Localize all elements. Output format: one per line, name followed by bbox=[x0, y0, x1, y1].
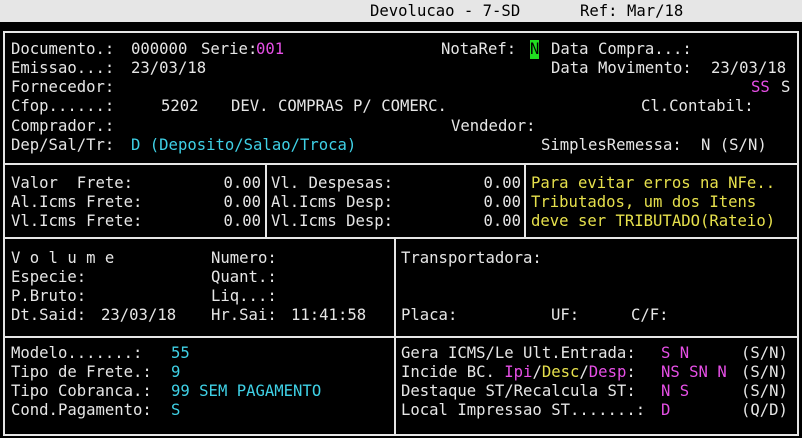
dt-said-label: Dt.Said: bbox=[11, 306, 87, 324]
vendedor-label: Vendedor: bbox=[451, 117, 536, 135]
incide-bc-prefix: Incide BC. bbox=[401, 363, 505, 381]
separator-header bbox=[3, 163, 799, 165]
tipo-cobranca-field[interactable]: 99 SEM PAGAMENTO bbox=[171, 382, 321, 401]
cf-label: C/F: bbox=[631, 306, 669, 324]
notaref-label: NotaRef: bbox=[441, 40, 517, 58]
incide-bc-label: Incide BC. Ipi/Desc/Desp: bbox=[401, 363, 636, 382]
al-icms-desp-field[interactable]: 0.00 bbox=[441, 193, 521, 212]
incide-desp-label: Desp bbox=[588, 363, 627, 381]
ss-flag-1[interactable]: SS bbox=[751, 78, 770, 97]
fornecedor-label: Fornecedor: bbox=[11, 78, 115, 96]
dep-sal-tr-field[interactable]: D (Deposito/Salao/Troca) bbox=[131, 136, 356, 155]
title-bar: Devolucao - 7-SD Ref: Mar/18 bbox=[0, 0, 802, 22]
cfop-description: DEV. COMPRAS P/ COMERC. bbox=[231, 97, 447, 115]
tipo-frete-field[interactable]: 9 bbox=[171, 363, 180, 382]
incide-colon: : bbox=[626, 363, 636, 381]
tipo-frete-label: Tipo de Frete.: bbox=[11, 363, 152, 381]
al-icms-frete-field[interactable]: 0.00 bbox=[181, 193, 261, 212]
modelo-field[interactable]: 55 bbox=[171, 344, 190, 363]
valor-frete-label: Valor Frete: bbox=[11, 174, 134, 192]
simples-remessa-label: SimplesRemessa: bbox=[541, 136, 682, 154]
data-movimento-label: Data Movimento: bbox=[551, 59, 692, 77]
p-bruto-label: P.Bruto: bbox=[11, 287, 87, 305]
dep-sal-tr-label: Dep/Sal/Tr: bbox=[11, 136, 115, 154]
incide-bc-options: (S/N) bbox=[741, 363, 788, 381]
reference-period: Ref: Mar/18 bbox=[580, 2, 684, 20]
local-impressao-field[interactable]: D bbox=[661, 401, 670, 420]
warning-line-2: Tributados, um dos Itens bbox=[531, 193, 757, 211]
destaque-st-field[interactable]: N S bbox=[661, 382, 689, 401]
transportadora-label: Transportadora: bbox=[401, 249, 542, 267]
vl-despesas-label: Vl. Despesas: bbox=[271, 174, 394, 192]
notaref-field[interactable]: N bbox=[530, 40, 540, 59]
placa-label: Placa: bbox=[401, 306, 458, 324]
cl-contabil-label: Cl.Contabil: bbox=[641, 97, 754, 115]
serie-label: Serie: bbox=[201, 40, 258, 58]
emissao-label: Emissao...: bbox=[11, 59, 115, 77]
incide-slash-1: / bbox=[532, 363, 542, 381]
emissao-field[interactable]: 23/03/18 bbox=[131, 59, 206, 78]
ss-flag-2[interactable]: S bbox=[781, 78, 790, 97]
uf-label: UF: bbox=[551, 306, 580, 324]
modelo-label: Modelo.......: bbox=[11, 344, 143, 362]
valor-frete-field[interactable]: 0.00 bbox=[181, 174, 261, 193]
incide-ipi-label: Ipi bbox=[504, 363, 533, 381]
volume-heading: V o l u m e bbox=[11, 249, 115, 267]
vl-icms-frete-label: Vl.Icms Frete: bbox=[11, 212, 143, 230]
vl-despesas-field[interactable]: 0.00 bbox=[441, 174, 521, 193]
separator-values bbox=[3, 237, 799, 239]
especie-label: Especie: bbox=[11, 268, 87, 286]
data-compra-label: Data Compra...: bbox=[551, 40, 692, 58]
incide-slash-2: / bbox=[579, 363, 589, 381]
program-title: Devolucao - 7-SD bbox=[370, 2, 521, 20]
warning-line-3: deve ser TRIBUTADO(Rateio) bbox=[531, 212, 776, 230]
destaque-st-label: Destaque ST/Recalcula ST: bbox=[401, 382, 636, 400]
documento-label: Documento.: bbox=[11, 40, 115, 58]
cond-pagamento-field[interactable]: S bbox=[171, 401, 180, 420]
local-impressao-label: Local Impressao ST.......: bbox=[401, 401, 646, 419]
cfop-field[interactable]: 5202 bbox=[161, 97, 199, 116]
tipo-cobranca-label: Tipo Cobranca.: bbox=[11, 382, 152, 400]
gera-icms-label: Gera ICMS/Le Ult.Entrada: bbox=[401, 344, 636, 362]
quant-label: Quant.: bbox=[211, 268, 277, 286]
liq-label: Liq...: bbox=[211, 287, 277, 305]
al-icms-frete-label: Al.Icms Frete: bbox=[11, 193, 143, 211]
comprador-label: Comprador.: bbox=[11, 117, 115, 135]
separator-desp-aviso bbox=[524, 163, 526, 239]
al-icms-desp-label: Al.Icms Desp: bbox=[271, 193, 394, 211]
incide-bc-field[interactable]: NS SN N bbox=[661, 363, 727, 382]
separator-volume-transp bbox=[394, 237, 396, 436]
cond-pagamento-label: Cond.Pagamento: bbox=[11, 401, 152, 419]
simples-remessa-field[interactable]: N (S/N) bbox=[701, 136, 767, 155]
separator-volume bbox=[3, 336, 799, 338]
separator-frete-desp bbox=[265, 163, 267, 239]
incide-desc-label: Desc bbox=[541, 363, 580, 381]
warning-line-1: Para evitar erros na NFe.. bbox=[531, 174, 776, 192]
numero-label: Numero: bbox=[211, 249, 277, 267]
serie-field[interactable]: 001 bbox=[256, 40, 284, 59]
dt-said-field[interactable]: 23/03/18 bbox=[101, 306, 176, 325]
cfop-label: Cfop......: bbox=[11, 97, 115, 115]
gera-icms-options: (S/N) bbox=[741, 344, 788, 362]
vl-icms-desp-label: Vl.Icms Desp: bbox=[271, 212, 394, 230]
destaque-st-options: (S/N) bbox=[741, 382, 788, 400]
hr-sai-field[interactable]: 11:41:58 bbox=[291, 306, 366, 325]
vl-icms-desp-field[interactable]: 0.00 bbox=[441, 212, 521, 231]
gera-icms-field[interactable]: S N bbox=[661, 344, 689, 363]
vl-icms-frete-field[interactable]: 0.00 bbox=[181, 212, 261, 231]
data-movimento-field[interactable]: 23/03/18 bbox=[711, 59, 786, 78]
documento-field[interactable]: 000000 bbox=[131, 40, 187, 59]
hr-sai-label: Hr.Sai: bbox=[211, 306, 277, 324]
local-impressao-options: (Q/D) bbox=[741, 401, 788, 419]
